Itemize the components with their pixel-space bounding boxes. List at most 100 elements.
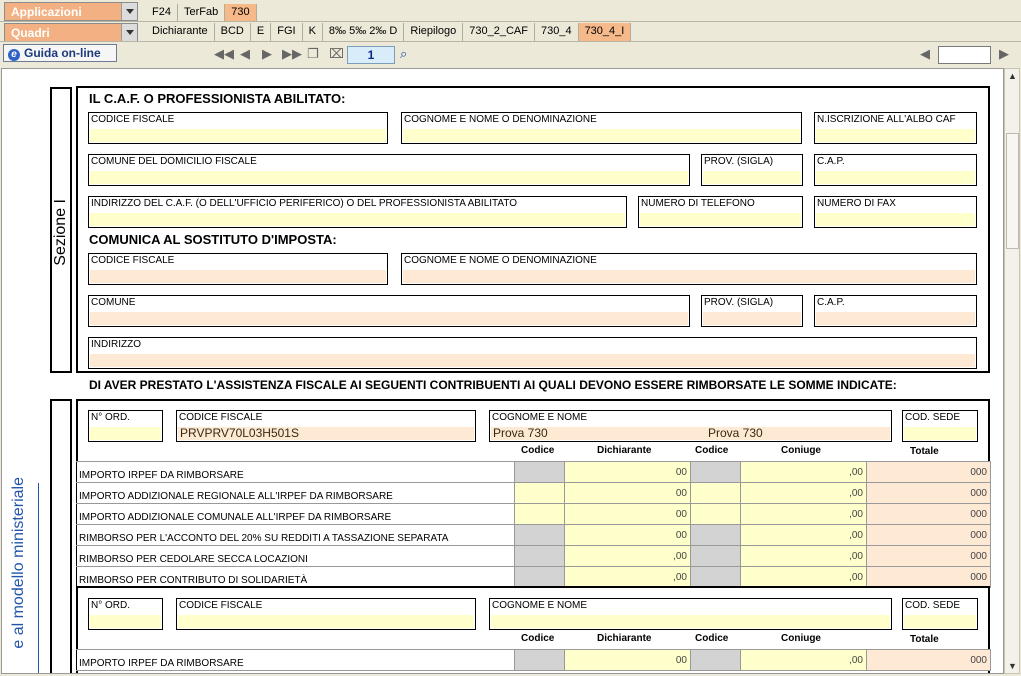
caf-indirizzo-field[interactable]: INDIRIZZO DEL C.A.F. (O DELL'UFFICIO PER… xyxy=(88,196,627,228)
n-ord-field-2[interactable]: N° ORD. xyxy=(88,598,163,630)
cod-sede-field-2[interactable]: COD. SEDE xyxy=(902,598,978,630)
input-area[interactable] xyxy=(90,615,161,628)
dichiarante-amount[interactable]: 00 xyxy=(564,524,691,546)
tab-730[interactable]: 730 xyxy=(225,4,257,22)
dichiarante-amount[interactable]: ,00 xyxy=(564,545,691,567)
input-area[interactable] xyxy=(90,129,386,142)
scroll-up-icon[interactable]: ▲ xyxy=(1008,71,1017,81)
codice-dichiarante-cell[interactable] xyxy=(514,649,565,671)
contrib-codice-fiscale-field-2[interactable]: CODICE FISCALE xyxy=(176,598,476,630)
tab-730-2-caf[interactable]: 730_2_CAF xyxy=(463,23,535,41)
caf-telefono-field[interactable]: NUMERO DI TELEFONO xyxy=(638,196,803,228)
contrib-cognome-nome-field-2[interactable]: COGNOME E NOME xyxy=(489,598,892,630)
input-area[interactable] xyxy=(90,270,386,283)
codice-coniuge-cell[interactable] xyxy=(690,524,741,546)
coniuge-amount[interactable]: ,00 xyxy=(740,482,867,504)
zoom-input[interactable] xyxy=(938,46,991,64)
caf-cognome-field[interactable]: COGNOME E NOME O DENOMINAZIONE xyxy=(401,112,802,144)
next-page-icon[interactable]: ▶ xyxy=(262,47,272,61)
codice-dichiarante-cell[interactable] xyxy=(514,482,565,504)
input-area[interactable] xyxy=(703,312,801,325)
codice-coniuge-cell[interactable] xyxy=(690,482,741,504)
tab-dichiarante[interactable]: Dichiarante xyxy=(146,23,215,41)
vertical-scrollbar[interactable]: ▲ ▼ xyxy=(1004,68,1020,674)
codice-coniuge-cell[interactable] xyxy=(690,461,741,483)
input-area[interactable] xyxy=(816,129,975,142)
sost-prov-field[interactable]: PROV. (SIGLA) xyxy=(701,295,803,327)
dichiarante-amount[interactable]: ,00 xyxy=(564,566,691,588)
dichiarante-amount[interactable]: 00 xyxy=(564,649,691,671)
coniuge-amount[interactable]: ,00 xyxy=(740,461,867,483)
scroll-down-icon[interactable]: ▼ xyxy=(1008,661,1017,671)
coniuge-amount[interactable]: ,00 xyxy=(740,566,867,588)
n-ord-field[interactable]: N° ORD. xyxy=(88,410,163,442)
input-area[interactable] xyxy=(90,312,688,325)
applicazioni-combo[interactable]: Applicazioni xyxy=(4,2,138,21)
search-page-icon[interactable]: ⌕ xyxy=(400,47,407,61)
input-area[interactable] xyxy=(403,129,800,142)
tab-riepilogo[interactable]: Riepilogo xyxy=(404,23,464,41)
input-area[interactable] xyxy=(491,427,890,440)
input-area[interactable] xyxy=(491,615,890,628)
input-area[interactable] xyxy=(90,354,975,367)
page-number[interactable]: 1 xyxy=(347,46,395,64)
contrib-cognome-nome-field[interactable]: COGNOME E NOME Prova 730 Prova 730 xyxy=(489,410,892,442)
sost-cap-field[interactable]: C.A.P. xyxy=(814,295,977,327)
tab-fgi[interactable]: FGI xyxy=(271,23,303,41)
caf-cap-field[interactable]: C.A.P. xyxy=(814,154,977,186)
tab-f24[interactable]: F24 xyxy=(146,4,178,22)
input-area[interactable] xyxy=(904,615,976,628)
input-area[interactable] xyxy=(904,427,976,440)
tab-bcd[interactable]: BCD xyxy=(214,23,251,41)
input-area[interactable] xyxy=(178,615,474,628)
codice-coniuge-cell[interactable] xyxy=(690,649,741,671)
input-area[interactable] xyxy=(816,171,975,184)
input-area[interactable] xyxy=(816,312,975,325)
input-area[interactable] xyxy=(703,171,801,184)
coniuge-amount[interactable]: ,00 xyxy=(740,503,867,525)
dichiarante-amount[interactable]: 00 xyxy=(564,461,691,483)
coniuge-amount[interactable]: ,00 xyxy=(740,649,867,671)
chevron-down-icon[interactable] xyxy=(121,3,137,20)
contrib-codice-fiscale-field[interactable]: CODICE FISCALE PRVPRV70L03H501S xyxy=(176,410,476,442)
codice-dichiarante-cell[interactable] xyxy=(514,524,565,546)
chevron-down-icon[interactable] xyxy=(121,24,137,41)
dichiarante-amount[interactable]: 00 xyxy=(564,482,691,504)
first-page-icon[interactable]: ◀◀ xyxy=(214,47,234,61)
caf-prov-field[interactable]: PROV. (SIGLA) xyxy=(701,154,803,186)
input-area[interactable] xyxy=(640,213,801,226)
coniuge-amount[interactable]: ,00 xyxy=(740,524,867,546)
input-area[interactable] xyxy=(403,270,975,283)
input-area[interactable] xyxy=(816,213,975,226)
sost-codice-fiscale-field[interactable]: CODICE FISCALE xyxy=(88,253,388,285)
dichiarante-amount[interactable]: 00 xyxy=(564,503,691,525)
quadri-combo[interactable]: Quadri xyxy=(4,23,138,42)
codice-dichiarante-cell[interactable] xyxy=(514,545,565,567)
tab-e[interactable]: E xyxy=(250,23,272,41)
codice-coniuge-cell[interactable] xyxy=(690,566,741,588)
codice-coniuge-cell[interactable] xyxy=(690,545,741,567)
delete-page-icon[interactable]: ⌧ xyxy=(329,47,344,61)
codice-dichiarante-cell[interactable] xyxy=(514,566,565,588)
coniuge-amount[interactable]: ,00 xyxy=(740,545,867,567)
sost-indirizzo-field[interactable]: INDIRIZZO xyxy=(88,337,977,369)
tab-730-4[interactable]: 730_4 xyxy=(534,23,579,41)
scroll-thumb[interactable] xyxy=(1006,133,1019,249)
caf-fax-field[interactable]: NUMERO DI FAX xyxy=(814,196,977,228)
caf-comune-field[interactable]: COMUNE DEL DOMICILIO FISCALE xyxy=(88,154,690,186)
input-area[interactable] xyxy=(90,427,161,440)
prev-page-icon[interactable]: ◀ xyxy=(240,47,250,61)
codice-dichiarante-cell[interactable] xyxy=(514,461,565,483)
new-page-icon[interactable]: ❐ xyxy=(307,47,319,61)
zoom-left-icon[interactable]: ◀ xyxy=(920,47,930,61)
input-area[interactable] xyxy=(90,171,688,184)
tab-8-5-2-per-mille[interactable]: 8‰ 5‰ 2‰ D xyxy=(322,23,405,41)
codice-dichiarante-cell[interactable] xyxy=(514,503,565,525)
cod-sede-field[interactable]: COD. SEDE xyxy=(902,410,978,442)
tab-730-4-i[interactable]: 730_4_I xyxy=(578,23,632,41)
zoom-right-icon[interactable]: ▶ xyxy=(999,47,1009,61)
input-area[interactable] xyxy=(90,213,625,226)
tab-terfab[interactable]: TerFab xyxy=(177,4,226,22)
guida-online-button[interactable]: e Guida on-line xyxy=(3,44,117,62)
caf-codice-fiscale-field[interactable]: CODICE FISCALE xyxy=(88,112,388,144)
